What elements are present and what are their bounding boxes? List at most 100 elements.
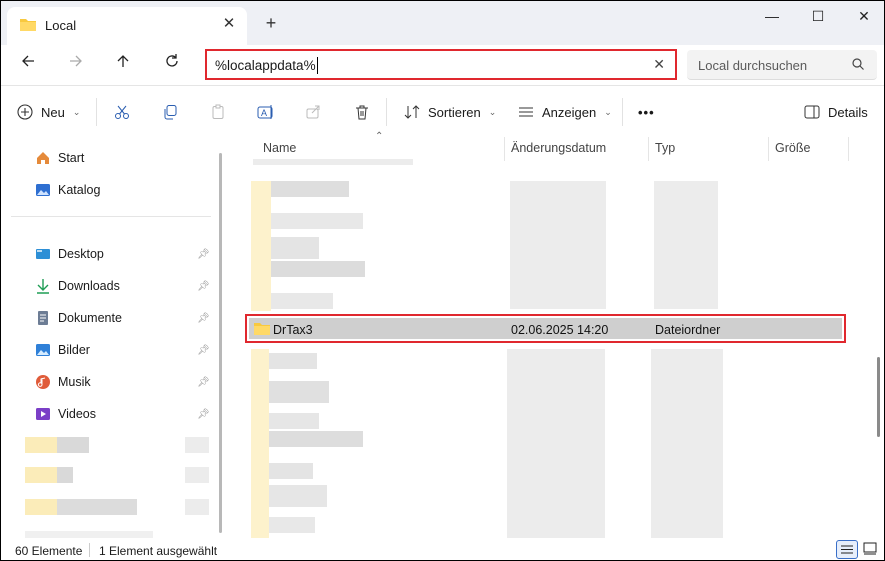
tab-local[interactable]: Local ✕ [7,7,247,45]
blurred-types [654,181,718,309]
arrow-up-icon [117,55,129,67]
new-tab-button[interactable]: + [261,13,281,33]
blurred-row [271,181,349,197]
copy-button[interactable] [162,100,178,124]
minimize-button[interactable]: — [749,1,795,31]
back-button[interactable] [16,53,40,77]
sidebar-item-dokumente[interactable]: Dokumente [35,308,122,328]
view-button[interactable]: Anzeigen ⌄ [518,100,612,124]
chevron-down-icon: ⌄ [72,106,81,117]
details-view-icon [841,545,853,554]
blurred-row [271,237,319,259]
sidebar-item-musik[interactable]: Musik [35,372,91,392]
delete-button[interactable] [354,100,370,124]
copy-icon [164,105,177,120]
new-button[interactable]: Neu ⌄ [17,100,80,124]
clear-address-icon[interactable]: ✕ [653,56,665,73]
sidebar-scrollbar[interactable] [219,153,222,533]
blurred-sidebar-text [57,499,137,515]
column-separator [848,137,849,161]
blurred-folder-icons [251,181,271,311]
refresh-icon [166,54,178,67]
document-icon [38,311,48,325]
blurred-row [271,213,363,229]
sort-ascending-icon: ⌃ [375,131,384,142]
arrow-right-icon [70,55,82,67]
sidebar-item-label: Katalog [58,183,101,197]
chevron-down-icon: ⌄ [488,106,497,117]
sidebar-item-downloads[interactable]: Downloads [35,276,120,296]
blurred-row [269,381,329,403]
blurred-sidebar-text [57,437,89,453]
rename-button[interactable]: A [257,100,275,124]
status-divider [89,543,90,557]
divider [96,98,97,126]
sort-button[interactable]: Sortieren ⌄ [404,100,496,124]
blurred-sidebar-text [57,467,73,483]
close-window-button[interactable]: ✕ [841,1,884,31]
blurred-types [651,349,723,538]
share-button[interactable] [305,100,321,124]
details-pane-icon [804,105,820,119]
pin-icon[interactable]: 📌︎ [197,281,210,292]
column-header-type[interactable]: Typ [655,141,675,161]
search-icon[interactable] [851,57,865,71]
blurred-folder-icons [251,349,269,538]
column-header-name[interactable]: Name [263,141,296,161]
blurred-row [269,517,315,533]
music-icon [36,375,50,389]
tab-title: Local [45,18,77,33]
up-button[interactable] [111,53,135,77]
blurred-sidebar-icon [25,467,57,483]
sidebar-item-label: Musik [58,375,91,389]
sidebar-item-label: Dokumente [58,311,122,325]
new-label: Neu [41,104,65,120]
search-box[interactable]: Local durchsuchen [687,50,877,80]
pin-icon[interactable]: 📌︎ [197,249,210,260]
folder-icon [254,323,270,335]
blurred-row [269,485,327,507]
paste-button[interactable] [210,100,226,124]
column-separator [504,137,505,161]
blurred-row [253,159,413,165]
blurred-sidebar-icon [25,499,57,515]
sidebar-item-bilder[interactable]: Bilder [35,340,90,360]
sidebar-item-katalog[interactable]: Katalog [35,180,100,200]
pin-icon[interactable]: 📌︎ [197,409,210,420]
details-view-button[interactable] [836,540,858,559]
sidebar-item-desktop[interactable]: Desktop [35,244,104,264]
details-label: Details [828,104,868,120]
svg-text:A: A [261,108,267,118]
sort-icon [404,105,420,119]
details-button[interactable]: Details [804,100,868,124]
sidebar-item-videos[interactable]: Videos [35,404,96,424]
file-list-scrollbar[interactable] [877,357,880,437]
download-icon [37,279,49,294]
pin-icon[interactable]: 📌︎ [197,377,210,388]
divider [622,98,623,126]
file-explorer-window: Local ✕ + — ☐ ✕ %localappdata% ✕ Local d… [0,0,885,561]
search-placeholder: Local durchsuchen [698,58,808,73]
pin-icon[interactable]: 📌︎ [197,345,210,356]
address-input[interactable]: %localappdata% [215,58,316,73]
more-options-button[interactable]: ••• [638,100,655,124]
file-row-drtax3[interactable]: DrTax3 02.06.2025 14:20 Dateiordner [245,314,846,343]
forward-button[interactable] [64,53,88,77]
share-icon [306,105,320,119]
cut-button[interactable] [114,100,130,124]
blurred-row [271,293,333,309]
sidebar-item-start[interactable]: Start [35,148,84,168]
blurred-row [269,413,319,429]
pin-icon[interactable]: 📌︎ [197,313,210,324]
file-name: DrTax3 [273,323,313,337]
tiles-view-button[interactable] [860,540,882,559]
blurred-sidebar-icon [25,437,57,453]
column-header-size[interactable]: Größe [775,141,810,161]
navigation-bar: %localappdata% ✕ Local durchsuchen [1,45,884,85]
address-bar[interactable]: %localappdata% ✕ [205,49,677,80]
column-header-modified[interactable]: Änderungsdatum [511,141,606,161]
blurred-dates [510,181,606,309]
refresh-button[interactable] [160,53,184,77]
maximize-button[interactable]: ☐ [795,1,841,31]
close-tab-icon[interactable]: ✕ [219,14,239,34]
